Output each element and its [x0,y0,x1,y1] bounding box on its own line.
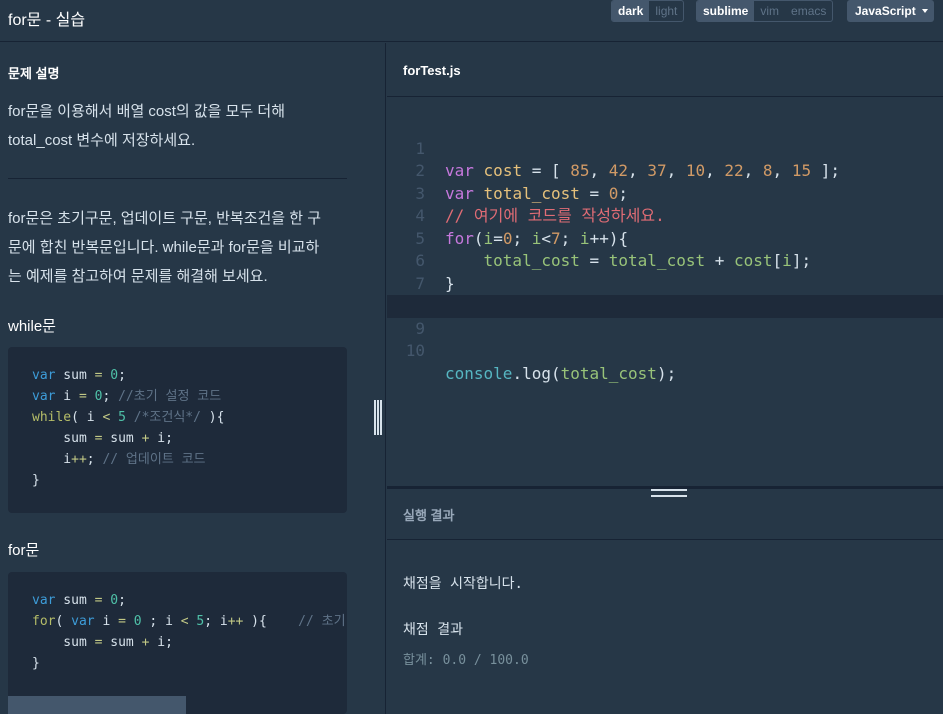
theme-light-button[interactable]: light [649,1,683,21]
for-code-line-2: for( var i = 0 ; i < 5; i++ ){ // 초기 설정,… [32,614,346,629]
result-total: 합계: 0.0 / 100.0 [403,653,529,668]
language-label: JavaScript [855,4,916,18]
while-code-line-2: var i = 0; //초기 설정 코드 [32,389,222,404]
while-code-line-6: } [32,473,40,488]
result-message: 채점을 시작합니다. [403,576,523,592]
while-title: while문 [8,318,56,335]
for-code-block: var sum = 0; for( var i = 0 ; i < 5; i++… [8,572,347,714]
result-heading: 실행 결과 [403,508,455,523]
keymap-toggle: sublime vim emacs [696,0,834,22]
for-code-line-1: var sum = 0; [32,593,126,608]
editor-line-active[interactable]: 9 [387,295,943,338]
intro-line: 는 예제를 참고하여 문제를 해결해 보세요. [8,268,268,285]
panel-splitter-handle[interactable] [374,400,382,435]
editor-line[interactable]: 2 var total_cost = 0; [387,138,943,203]
caret-down-icon [922,9,928,13]
editor-line[interactable]: 8 [387,273,943,315]
problem-intro: for문은 초기구문, 업데이트 구문, 반복조건을 한 구 문에 합친 반복문… [8,204,353,291]
horizontal-scrollbar[interactable] [8,696,186,714]
while-code-line-4: sum = sum + i; [32,431,173,446]
while-code-line-3: while( i < 5 /*조건식*/ ){ [32,410,225,425]
line-number: 10 [405,341,425,360]
line-code: console.log(total_cost); [445,363,677,383]
page-title: for문 - 실습 [8,12,86,29]
problem-panel[interactable]: 문제 설명 for문을 이용해서 배열 cost의 값을 모두 더해 total… [0,43,386,714]
intro-line: for문은 초기구문, 업데이트 구문, 반복조건을 한 구 [8,210,322,227]
theme-toggle: dark light [611,0,685,22]
description-line: total_cost 변수에 저장하세요. [8,132,196,149]
description-line: for문을 이용해서 배열 cost의 값을 모두 더해 [8,103,286,120]
editor-line[interactable]: 3 // 여기에 코드를 작성하세요. [387,160,943,226]
editor-panel: forTest.js 1 var cost = [ 85, 42, 37, 10… [387,43,943,714]
divider [8,178,347,179]
top-bar: for문 - 실습 dark light sublime vim emacs J… [0,0,943,42]
intro-line: 문에 합친 반복문입니다. while문과 for문을 비교하 [8,239,320,256]
code-editor[interactable]: 1 var cost = [ 85, 42, 37, 10, 22, 8, 15… [387,98,943,486]
keymap-vim-button[interactable]: vim [754,1,785,21]
language-select[interactable]: JavaScript [847,0,934,22]
editor-line[interactable]: 10 console.log(total_cost); [387,318,943,383]
for-title: for문 [8,542,40,559]
for-code-line-3: sum = sum + i; [32,635,173,650]
editor-line[interactable]: 4 for(i=0; i<7; i++){ [387,183,943,248]
grip-handle-icon[interactable] [651,489,687,497]
result-header: 실행 결과 [387,497,943,540]
file-name: forTest.js [403,63,461,78]
for-code-line-4: } [32,656,40,671]
keymap-sublime-button[interactable]: sublime [697,1,755,21]
problem-description: for문을 이용해서 배열 cost의 값을 모두 더해 total_cost … [8,97,353,155]
keymap-emacs-button[interactable]: emacs [785,1,832,21]
problem-heading: 문제 설명 [8,66,60,81]
editor-line[interactable]: 1 var cost = [ 85, 42, 37, 10, 22, 8, 15… [387,115,943,181]
while-code-block: var sum = 0; var i = 0; //초기 설정 코드 while… [8,347,347,513]
result-label: 채점 결과 [403,622,463,638]
file-tab[interactable]: forTest.js [387,43,943,97]
editor-line[interactable]: 5 total_cost = total_cost + cost[i]; [387,205,943,271]
while-code-line-1: var sum = 0; [32,368,126,383]
while-code-line-5: i++; // 업데이트 코드 [32,452,206,467]
editor-line[interactable]: 7 [387,250,943,293]
theme-dark-button[interactable]: dark [612,1,650,21]
editor-line[interactable]: 6 } [387,228,943,293]
